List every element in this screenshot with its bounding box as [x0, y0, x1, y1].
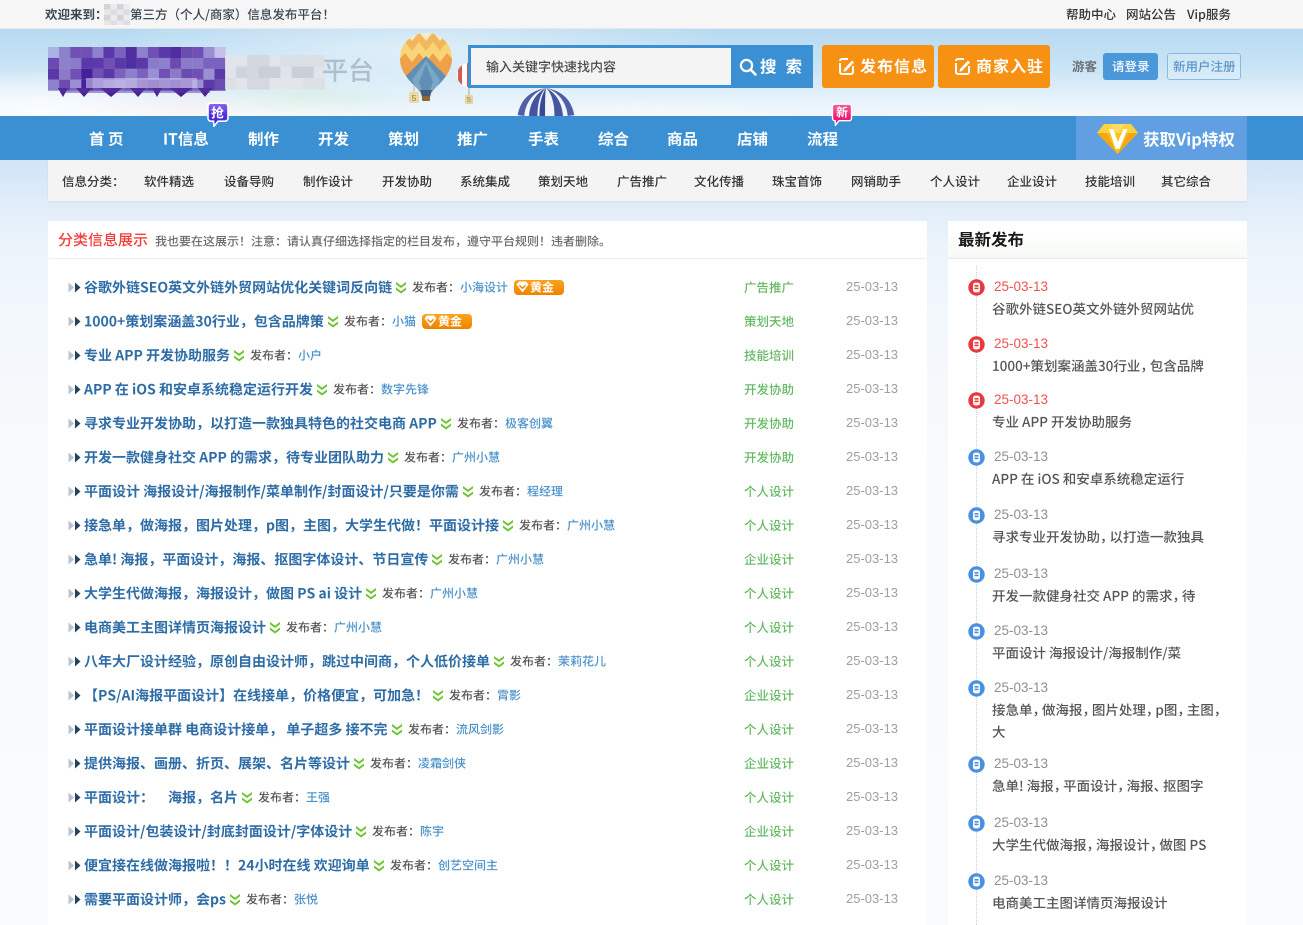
svg-text:5: 5 [467, 97, 471, 104]
svg-text:5: 5 [412, 93, 417, 103]
